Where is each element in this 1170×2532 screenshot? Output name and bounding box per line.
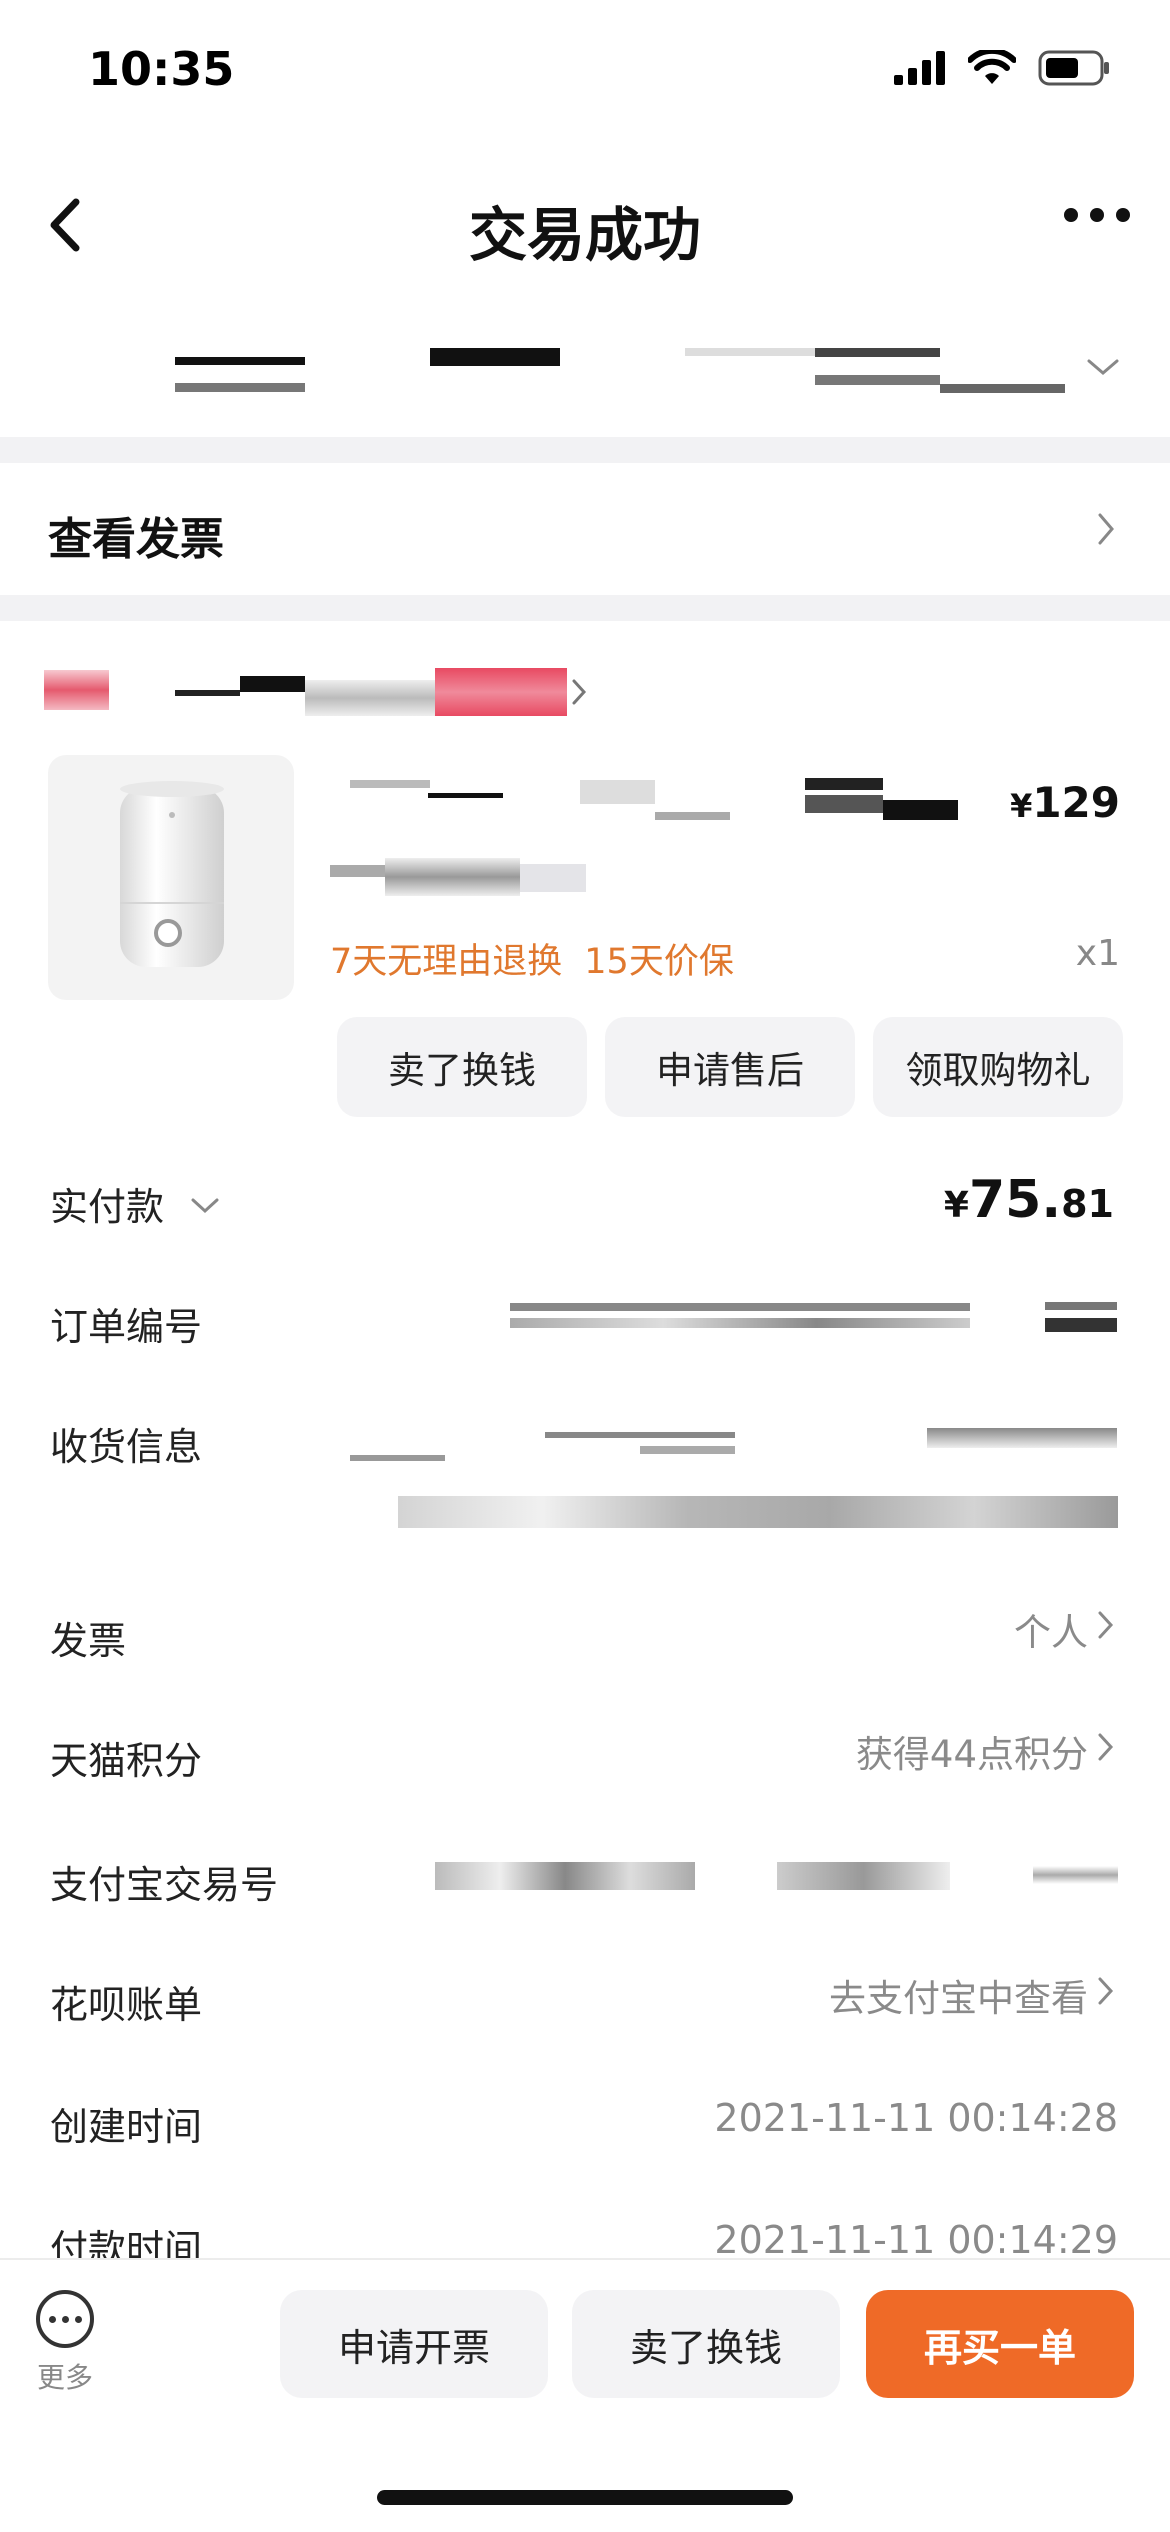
redacted-block	[685, 348, 815, 356]
sell-for-cash-bottom-button[interactable]: 卖了换钱	[572, 2290, 840, 2398]
status-time: 10:35	[88, 42, 235, 96]
redacted-block	[428, 793, 503, 798]
redacted-block	[350, 1455, 445, 1461]
redacted-block	[385, 858, 520, 896]
buy-again-button[interactable]: 再买一单	[866, 2290, 1134, 2398]
redacted-block	[435, 668, 567, 716]
product-price: ¥129	[1010, 778, 1120, 827]
redacted-block	[815, 348, 940, 357]
after-sales-button[interactable]: 申请售后	[605, 1017, 855, 1117]
chevron-right-icon	[1098, 1733, 1114, 1761]
status-icons	[894, 50, 1110, 86]
redacted-block	[510, 1303, 970, 1311]
redacted-block	[1045, 1302, 1117, 1310]
redacted-block	[175, 383, 305, 392]
paid-amount-label: 实付款	[50, 1185, 165, 1229]
alipay-transaction-label: 支付宝交易号	[50, 1863, 279, 1907]
redacted-block	[175, 690, 240, 696]
nav-bar: 交易成功	[0, 150, 1170, 300]
view-invoice-row[interactable]: 查看发票	[0, 463, 1170, 595]
battery-icon	[1038, 50, 1109, 86]
chevron-right-icon	[1098, 1977, 1114, 2005]
more-icon	[36, 2290, 94, 2348]
redacted-block	[430, 348, 560, 366]
paid-amount-decimal: 81	[1061, 1182, 1114, 1226]
price-value: 129	[1032, 778, 1120, 827]
huabei-bill-label: 花呗账单	[50, 1983, 203, 2027]
paid-time-value: 2021-11-11 00:14:29	[714, 2218, 1118, 2262]
paid-amount-integer: 75.	[968, 1170, 1062, 1230]
more-button[interactable]: 更多	[30, 2290, 100, 2396]
chevron-right-icon	[1098, 513, 1114, 545]
service-tags: 7天无理由退换 15天价保	[330, 933, 756, 984]
invoice-type-label: 发票	[50, 1619, 127, 1663]
points-value: 获得44点积分	[855, 1733, 1088, 1776]
redacted-block	[1045, 1318, 1117, 1332]
points-label: 天猫积分	[50, 1739, 203, 1783]
wifi-icon	[968, 50, 1016, 84]
redacted-block	[655, 812, 730, 820]
product-image[interactable]	[48, 755, 294, 1000]
redacted-block	[883, 800, 958, 820]
redacted-block	[44, 670, 109, 710]
currency-symbol: ¥	[1010, 787, 1033, 825]
order-number-label: 订单编号	[50, 1305, 203, 1349]
page-title: 交易成功	[468, 201, 701, 269]
request-invoice-button[interactable]: 申请开票	[280, 2290, 548, 2398]
redacted-block	[435, 1862, 695, 1890]
claim-gift-button[interactable]: 领取购物礼	[873, 1017, 1123, 1117]
redacted-block	[1033, 1866, 1118, 1884]
redacted-block	[520, 864, 586, 892]
redacted-block	[350, 780, 430, 788]
chevron-right-icon	[1098, 1611, 1114, 1639]
more-options-icon[interactable]	[1064, 208, 1130, 222]
redacted-block	[805, 778, 883, 790]
redacted-block	[330, 865, 385, 877]
redacted-block	[940, 384, 1065, 393]
humidifier-image	[120, 781, 224, 967]
redacted-block	[927, 1428, 1117, 1448]
chevron-down-icon[interactable]	[1085, 355, 1121, 379]
product-quantity: x1	[1075, 933, 1120, 974]
section-divider	[0, 437, 1170, 463]
paid-amount-value: ¥75.81	[944, 1170, 1114, 1230]
chevron-right-icon	[572, 679, 587, 705]
return-policy-tag: 7天无理由退换	[330, 942, 563, 982]
chevron-down-icon[interactable]	[190, 1196, 220, 1216]
redacted-block	[240, 676, 305, 692]
section-divider	[0, 595, 1170, 621]
redacted-block	[398, 1496, 1118, 1528]
view-invoice-label: 查看发票	[48, 514, 224, 565]
currency-symbol: ¥	[943, 1185, 969, 1226]
points-row[interactable]: 天猫积分 获得44点积分	[0, 1710, 1170, 1800]
redacted-block	[640, 1446, 735, 1454]
created-time-value: 2021-11-11 00:14:28	[714, 2096, 1118, 2140]
created-time-label: 创建时间	[50, 2105, 203, 2149]
huabei-bill-value: 去支付宝中查看	[829, 1977, 1088, 2020]
redacted-block	[777, 1862, 950, 1890]
created-time-row: 创建时间 2021-11-11 00:14:28	[0, 2076, 1170, 2166]
redacted-block	[510, 1318, 970, 1328]
redacted-block	[805, 795, 883, 813]
sell-for-cash-button[interactable]: 卖了换钱	[337, 1017, 587, 1117]
huabei-bill-row[interactable]: 花呗账单 去支付宝中查看	[0, 1954, 1170, 2044]
redacted-block	[580, 780, 655, 804]
redacted-block	[305, 680, 435, 716]
redacted-block	[175, 357, 305, 365]
redacted-block	[545, 1432, 735, 1438]
redacted-block	[815, 375, 940, 385]
signal-icon	[894, 51, 945, 85]
price-protection-tag: 15天价保	[584, 942, 734, 982]
more-label: 更多	[36, 2361, 93, 2394]
status-bar: 10:35	[0, 0, 1170, 150]
invoice-type-value: 个人	[1014, 1611, 1088, 1654]
home-indicator[interactable]	[377, 2490, 793, 2505]
shipping-info-label: 收货信息	[50, 1425, 203, 1469]
invoice-type-row[interactable]: 发票 个人	[0, 1590, 1170, 1680]
